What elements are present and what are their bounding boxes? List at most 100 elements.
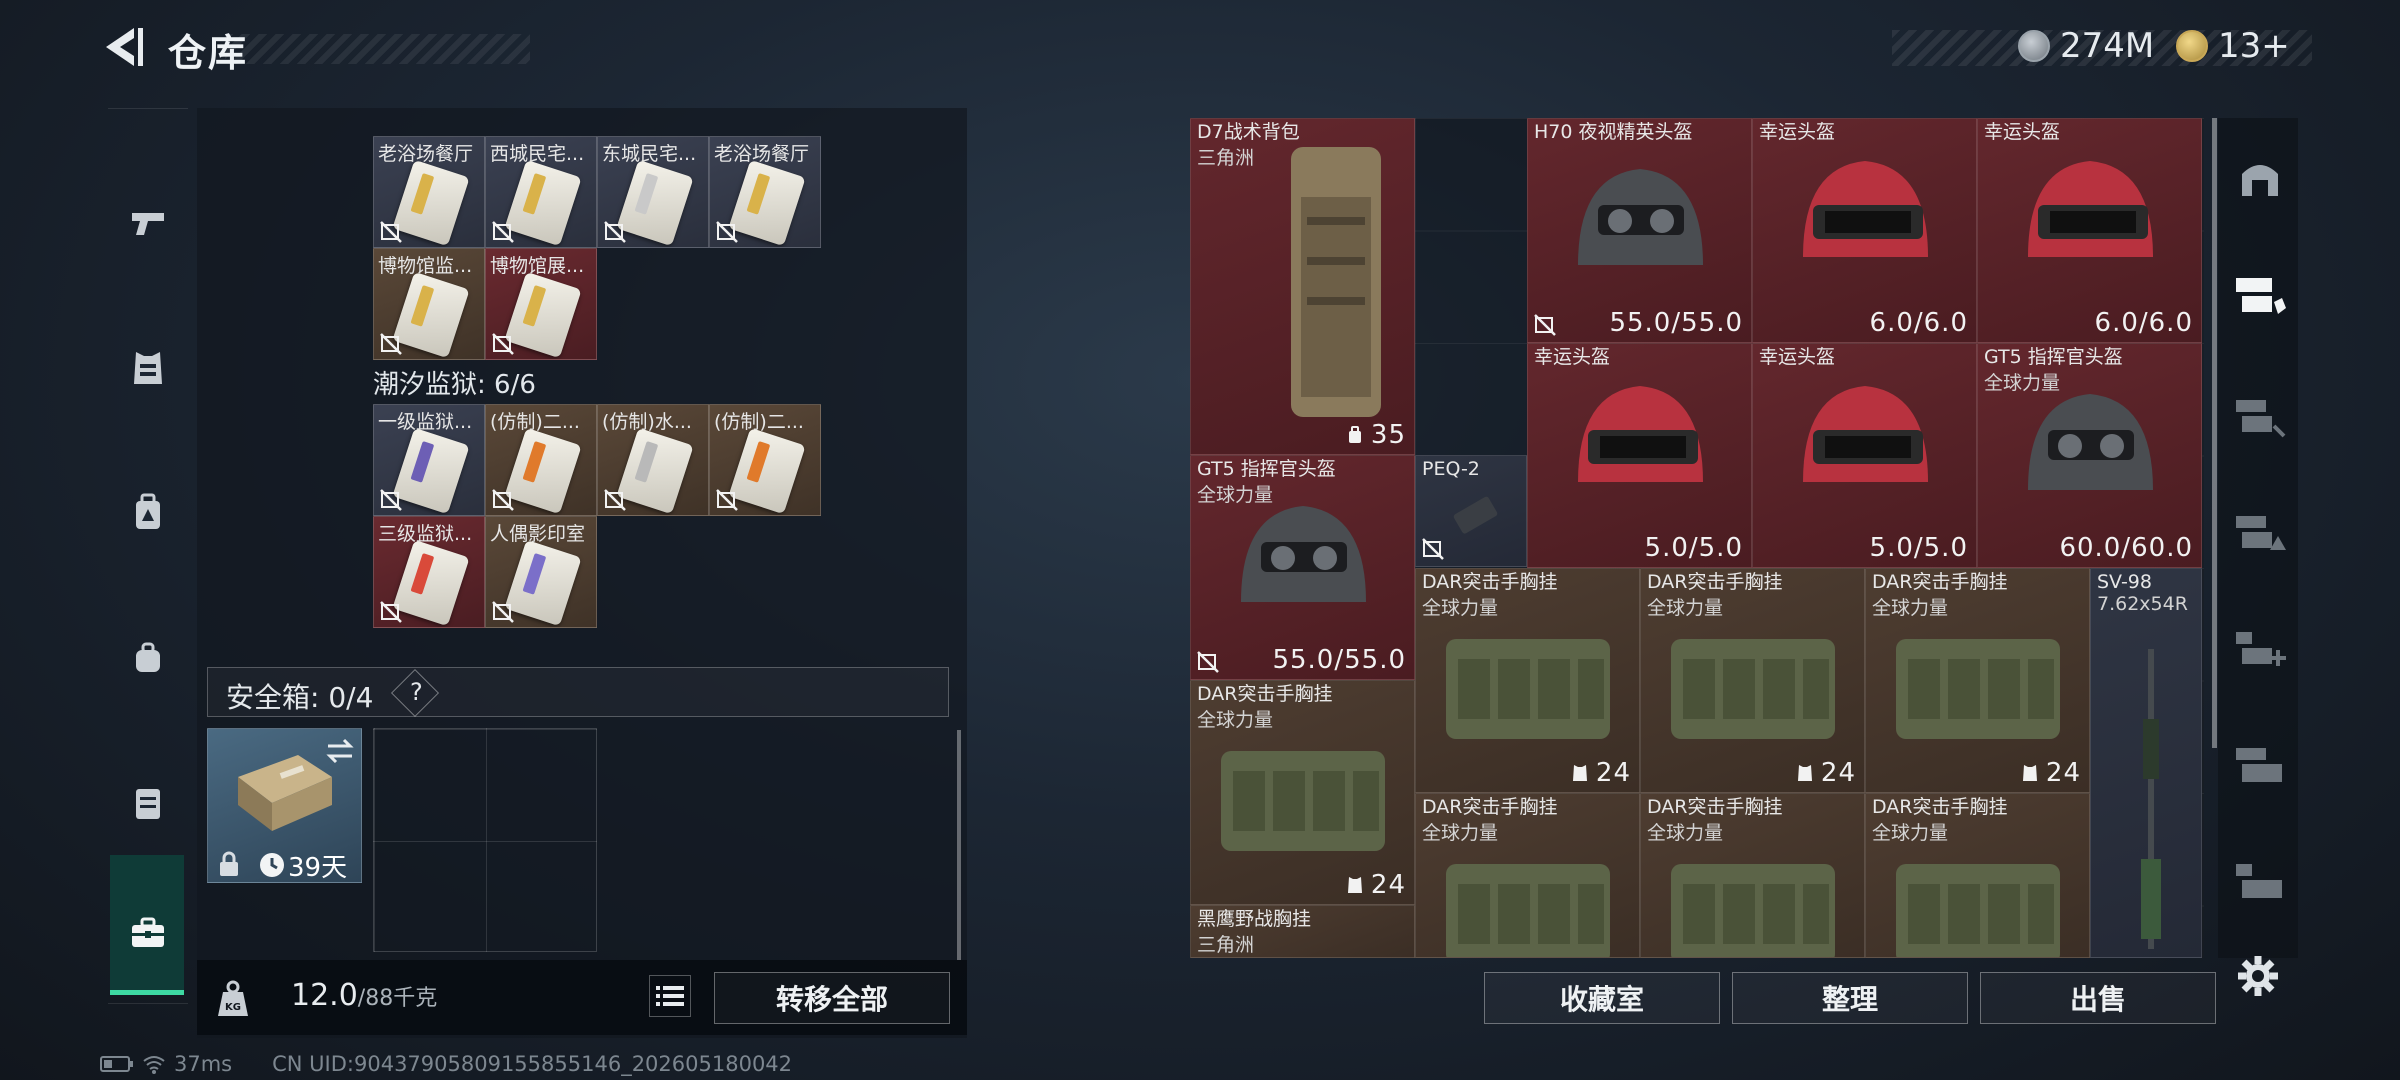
back-arrow-icon [106,28,143,66]
safe-case-icon [238,755,332,831]
no-trade-icon [492,221,514,243]
keycard-label: 西城民宅... [490,143,585,165]
sidebar-item-safebox[interactable] [100,863,195,1003]
swap-icon[interactable] [324,737,356,765]
sidebar-item-weapons[interactable] [100,153,195,293]
coin-icon [2018,30,2050,62]
chest-rig-art [1446,864,1610,957]
inventory-footer: KG 12.0/88千克 转移全部 [197,960,967,1035]
sell-button[interactable]: 出售 [1980,972,2216,1024]
stash-tab-gt1-icon[interactable] [2232,390,2288,446]
back-button[interactable] [98,22,148,72]
page-title: 仓库 [168,31,249,75]
stash-tabs [2218,118,2298,958]
item-value-text: 24 [1595,758,1631,788]
stash-item[interactable]: DAR突击手胸挂 全球力量 [1865,793,2090,958]
sidebar-item-backpack[interactable] [100,443,195,583]
safe-box-slots[interactable] [373,728,597,952]
list-view-button[interactable] [649,975,691,1017]
weight-readout: 12.0/88千克 [291,978,437,1013]
stash-item[interactable]: D7战术背包 三角洲 35 [1190,118,1415,455]
item-value-text: 60.0/60.0 [2059,533,2193,563]
keycard-icon [392,539,470,627]
no-trade-icon [380,221,402,243]
keycard-item[interactable]: 老浴场餐厅 [709,136,821,248]
item-value-text: 5.0/5.0 [1869,533,1968,563]
collection-room-button[interactable]: 收藏室 [1484,972,1720,1024]
keycard-item[interactable]: (仿制)二... [485,404,597,516]
stash-item[interactable]: DAR突击手胸挂 全球力量 24 [1865,568,2090,793]
no-trade-icon [380,601,402,623]
transfer-all-button[interactable]: 转移全部 [714,972,950,1024]
keycard-label: 三级监狱... [378,523,473,545]
item-name: DAR突击手胸挂 [1647,571,1783,593]
stash-item[interactable]: SV-98 7.62x54R [2090,568,2202,958]
stash-item[interactable]: 幸运头盔 6.0/6.0 [1977,118,2202,343]
sidebar-item-armor[interactable] [100,298,195,438]
stash-item[interactable]: DAR突击手胸挂 全球力量 24 [1640,568,1865,793]
sidebar-item-pouch[interactable] [100,588,195,728]
keycard-item[interactable]: 东城民宅... [597,136,709,248]
stash-item[interactable]: 幸运头盔 5.0/5.0 [1752,343,1977,568]
item-value: 24 [2020,758,2081,788]
stash-item[interactable]: 幸运头盔 5.0/5.0 [1527,343,1752,568]
chest-rig-art [1896,639,2060,739]
currency-tickets[interactable]: 13+ [2176,26,2290,66]
case-time-remaining: 39天 [288,853,348,883]
item-name: DAR突击手胸挂 [1422,571,1558,593]
no-trade-icon [1534,314,1556,336]
stash-tab-gt1-active-icon[interactable] [2232,268,2288,324]
safe-case-item[interactable]: 39天 [207,728,362,883]
stash-item[interactable]: DAR突击手胸挂 全球力量 [1415,793,1640,958]
currency-coins[interactable]: 274M [2018,26,2154,66]
stash-item[interactable]: 幸运头盔 6.0/6.0 [1752,118,1977,343]
item-subtitle: 全球力量 [1197,709,1274,731]
weight-value: 12.0 [291,978,358,1013]
keycard-item[interactable]: 老浴场餐厅 [373,136,485,248]
keycard-item[interactable]: 西城民宅... [485,136,597,248]
item-value: 55.0/55.0 [1609,308,1743,338]
weight-icon: KG [218,980,248,1016]
stash-tab-gt1-box-icon[interactable] [2232,738,2288,794]
keycard-item[interactable]: (仿制)二... [709,404,821,516]
sidebar-item-chest-rig[interactable] [100,733,195,873]
item-value-text: 55.0/55.0 [1272,645,1406,675]
stash-item[interactable]: DAR突击手胸挂 全球力量 [1640,793,1865,958]
keycard-item[interactable]: 三级监狱... [373,516,485,628]
stash-item[interactable]: GT5 指挥官头盔 全球力量 60.0/60.0 [1977,343,2202,568]
stash-item[interactable]: PEQ-2 [1415,455,1527,567]
keycard-item[interactable]: 一级监狱... [373,404,485,516]
left-scrollbar[interactable] [957,730,961,960]
no-trade-icon [492,601,514,623]
stash-scrollbar[interactable] [2212,118,2217,748]
item-value-text: 5.0/5.0 [1644,533,1743,563]
wifi-icon [143,1056,165,1074]
chest-rig-art [1221,751,1385,851]
no-trade-icon [604,221,626,243]
organize-button[interactable]: 整理 [1732,972,1968,1024]
stash-tab-gt1-triangle-icon[interactable] [2232,506,2288,562]
item-value: 24 [1795,758,1856,788]
list-icon [656,986,684,1006]
stash-item[interactable]: DAR突击手胸挂 全球力量 24 [1415,568,1640,793]
keycard-icon [728,159,806,247]
stash-tab-iv-icon[interactable] [2232,622,2288,678]
item-name: DAR突击手胸挂 [1647,796,1783,818]
keycard-item[interactable]: 博物馆展... [485,248,597,360]
stash-tab-v-icon[interactable] [2232,854,2288,910]
keycard-item[interactable]: 博物馆监... [373,248,485,360]
keycard-icon [504,539,582,627]
stash-item[interactable]: 黑鹰野战胸挂 三角洲 [1190,905,1415,958]
item-subtitle: 全球力量 [1872,597,1949,619]
stash-item[interactable]: DAR突击手胸挂 全球力量 24 [1190,680,1415,905]
stash-item[interactable]: H70 夜视精英头盔 55.0/55.0 [1527,118,1752,343]
keycard-item[interactable]: 人偶影印室 [485,516,597,628]
keycard-label: 老浴场餐厅 [714,143,810,165]
chest-rig-art [1671,639,1835,739]
stash-item[interactable]: GT5 指挥官头盔 全球力量 55.0/55.0 [1190,455,1415,680]
keycard-item[interactable]: (仿制)水... [597,404,709,516]
stash-home-icon[interactable] [2232,152,2288,208]
no-trade-icon [492,333,514,355]
keycard-icon [504,271,582,359]
item-name: DAR突击手胸挂 [1422,796,1558,818]
